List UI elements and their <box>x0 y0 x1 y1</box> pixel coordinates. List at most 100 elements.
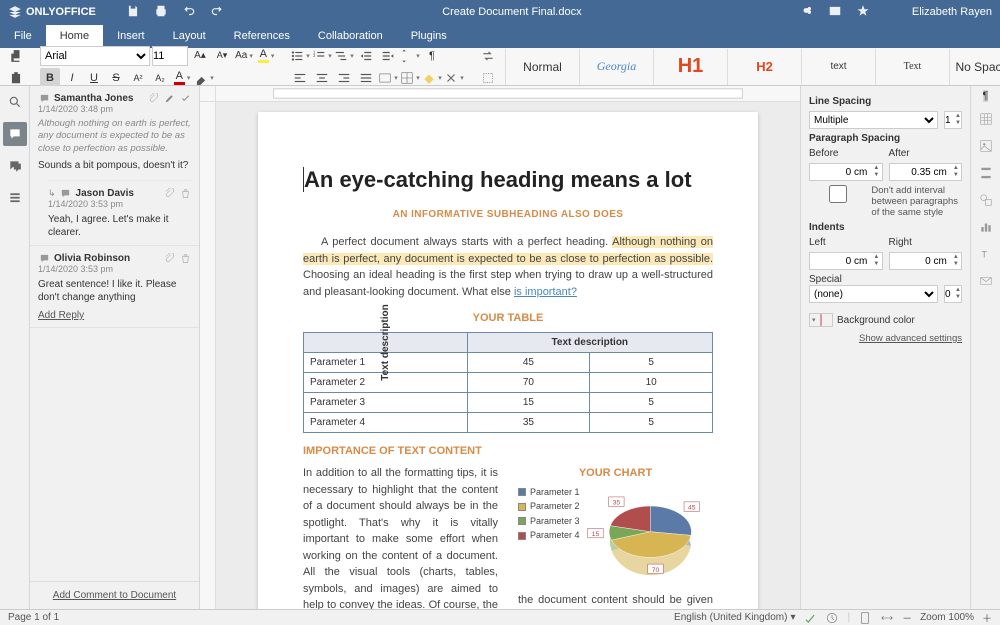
undo-icon[interactable] <box>182 4 196 21</box>
chat-icon[interactable] <box>3 154 27 178</box>
menu-icon[interactable] <box>884 4 898 21</box>
mailmerge-icon[interactable] <box>979 274 993 291</box>
dec-indent-icon[interactable] <box>356 46 376 66</box>
bg-color-picker[interactable] <box>809 313 833 327</box>
advanced-settings-link[interactable]: Show advanced settings <box>809 333 962 344</box>
table-settings-icon[interactable] <box>979 112 993 129</box>
attach-icon[interactable] <box>147 92 159 104</box>
user-label[interactable]: Elizabeth Rayen <box>912 6 992 18</box>
attach-icon[interactable] <box>163 252 175 264</box>
zoom-level[interactable]: Zoom 100% <box>920 612 974 623</box>
strike-icon[interactable]: S <box>106 68 126 88</box>
edit-icon[interactable] <box>163 92 175 104</box>
underline-icon[interactable]: U <box>84 68 104 88</box>
image-settings-icon[interactable] <box>979 139 993 156</box>
numbering-icon[interactable]: 12 <box>312 46 332 66</box>
delete-icon[interactable] <box>179 187 191 199</box>
resolve-icon[interactable] <box>179 92 191 104</box>
textart-settings-icon[interactable]: T <box>979 247 993 264</box>
print-icon[interactable] <box>154 4 168 21</box>
line-spacing-value[interactable]: ▲▼ <box>944 111 962 129</box>
fit-page-icon[interactable] <box>858 611 872 625</box>
paste-icon[interactable] <box>6 68 26 88</box>
fit-width-icon[interactable] <box>880 611 894 625</box>
highlight-icon[interactable]: A <box>256 46 276 66</box>
menu-tab-file[interactable]: File <box>0 25 46 47</box>
inc-font-icon[interactable]: A▴ <box>190 46 210 66</box>
paragraph-mark-icon[interactable]: ¶ <box>422 46 442 66</box>
menu-tab-plugins[interactable]: Plugins <box>397 25 461 47</box>
dec-font-icon[interactable]: A▾ <box>212 46 232 66</box>
open-location-icon[interactable] <box>828 4 842 21</box>
italic-icon[interactable]: I <box>62 68 82 88</box>
style-no-spacing[interactable]: No Spacing <box>950 49 1000 85</box>
save-icon[interactable] <box>126 4 140 21</box>
comment-thread[interactable]: Samantha Jones1/14/2020 3:48 pmAlthough … <box>30 86 199 246</box>
align-right-icon[interactable] <box>334 68 354 88</box>
copy-icon[interactable] <box>6 46 26 66</box>
style-georgia[interactable]: Georgia <box>580 49 654 85</box>
star-icon[interactable] <box>856 4 870 21</box>
subscript-icon[interactable]: A₂ <box>150 68 170 88</box>
zoom-out-icon[interactable]: － <box>902 610 912 625</box>
line-spacing-icon[interactable] <box>400 46 420 66</box>
align-left-icon[interactable] <box>290 68 310 88</box>
font-family-select[interactable]: Arial <box>40 46 150 66</box>
zoom-in-icon[interactable]: ＋ <box>982 610 992 625</box>
language-select[interactable]: English (United Kingdom) ▾ <box>674 612 795 623</box>
line-spacing-mode[interactable]: Multiple <box>809 111 938 129</box>
change-case-icon[interactable]: Aa <box>234 46 254 66</box>
align-justify-icon[interactable] <box>356 68 376 88</box>
special-indent-select[interactable]: (none) <box>809 285 938 303</box>
menu-tab-references[interactable]: References <box>220 25 304 47</box>
spacing-after[interactable]: ▲▼ <box>889 163 963 181</box>
style-text[interactable]: Text <box>876 49 950 85</box>
superscript-icon[interactable]: A² <box>128 68 148 88</box>
special-indent-value[interactable]: ▲▼ <box>944 285 962 303</box>
add-comment-button[interactable]: Add Comment to Document <box>30 581 199 609</box>
font-size-input[interactable] <box>152 46 188 66</box>
page-count[interactable]: Page 1 of 1 <box>8 612 59 623</box>
document-page[interactable]: An eye-catching heading means a lot AN I… <box>258 112 758 609</box>
bold-icon[interactable]: B <box>40 68 60 88</box>
clear-icon[interactable] <box>444 68 464 88</box>
navigation-icon[interactable] <box>3 186 27 210</box>
menu-tab-collaboration[interactable]: Collaboration <box>304 25 397 47</box>
delete-icon[interactable] <box>179 252 191 264</box>
doc-link[interactable]: is important? <box>514 286 577 298</box>
shape-settings-icon[interactable] <box>979 193 993 210</box>
para-settings-icon[interactable]: ¶ <box>983 90 989 102</box>
align-center-icon[interactable] <box>312 68 332 88</box>
header-footer-icon[interactable] <box>979 166 993 183</box>
search-icon[interactable] <box>3 90 27 114</box>
style-text[interactable]: text <box>802 49 876 85</box>
style-normal[interactable]: Normal <box>506 49 580 85</box>
spellcheck-icon[interactable] <box>803 611 817 625</box>
menu-tab-insert[interactable]: Insert <box>103 25 159 47</box>
multilevel-icon[interactable] <box>334 46 354 66</box>
menu-tab-home[interactable]: Home <box>46 25 103 47</box>
inc-indent-icon[interactable] <box>378 46 398 66</box>
horizontal-ruler[interactable] <box>200 86 800 102</box>
chart-settings-icon[interactable] <box>979 220 993 237</box>
no-interval-checkbox[interactable] <box>809 185 867 203</box>
shading-icon[interactable] <box>422 68 442 88</box>
attach-icon[interactable] <box>163 187 175 199</box>
style-h2[interactable]: H2 <box>728 49 802 85</box>
insert-cells-icon[interactable] <box>400 68 420 88</box>
spacing-before[interactable]: ▲▼ <box>809 163 883 181</box>
select-all-icon[interactable] <box>478 68 498 88</box>
clear-style-icon[interactable] <box>194 68 214 88</box>
replace-icon[interactable] <box>478 46 498 66</box>
bullets-icon[interactable] <box>290 46 310 66</box>
comment-thread[interactable]: Olivia Robinson1/14/2020 3:53 pmGreat se… <box>30 246 199 328</box>
merge-cells-icon[interactable] <box>378 68 398 88</box>
indent-left[interactable]: ▲▼ <box>809 252 883 270</box>
add-reply-link[interactable]: Add Reply <box>38 310 191 321</box>
track-changes-icon[interactable] <box>825 611 839 625</box>
redo-icon[interactable] <box>210 4 224 21</box>
menu-tab-layout[interactable]: Layout <box>159 25 220 47</box>
comments-icon[interactable] <box>3 122 27 146</box>
share-icon[interactable] <box>800 4 814 21</box>
vertical-ruler[interactable] <box>200 102 216 609</box>
